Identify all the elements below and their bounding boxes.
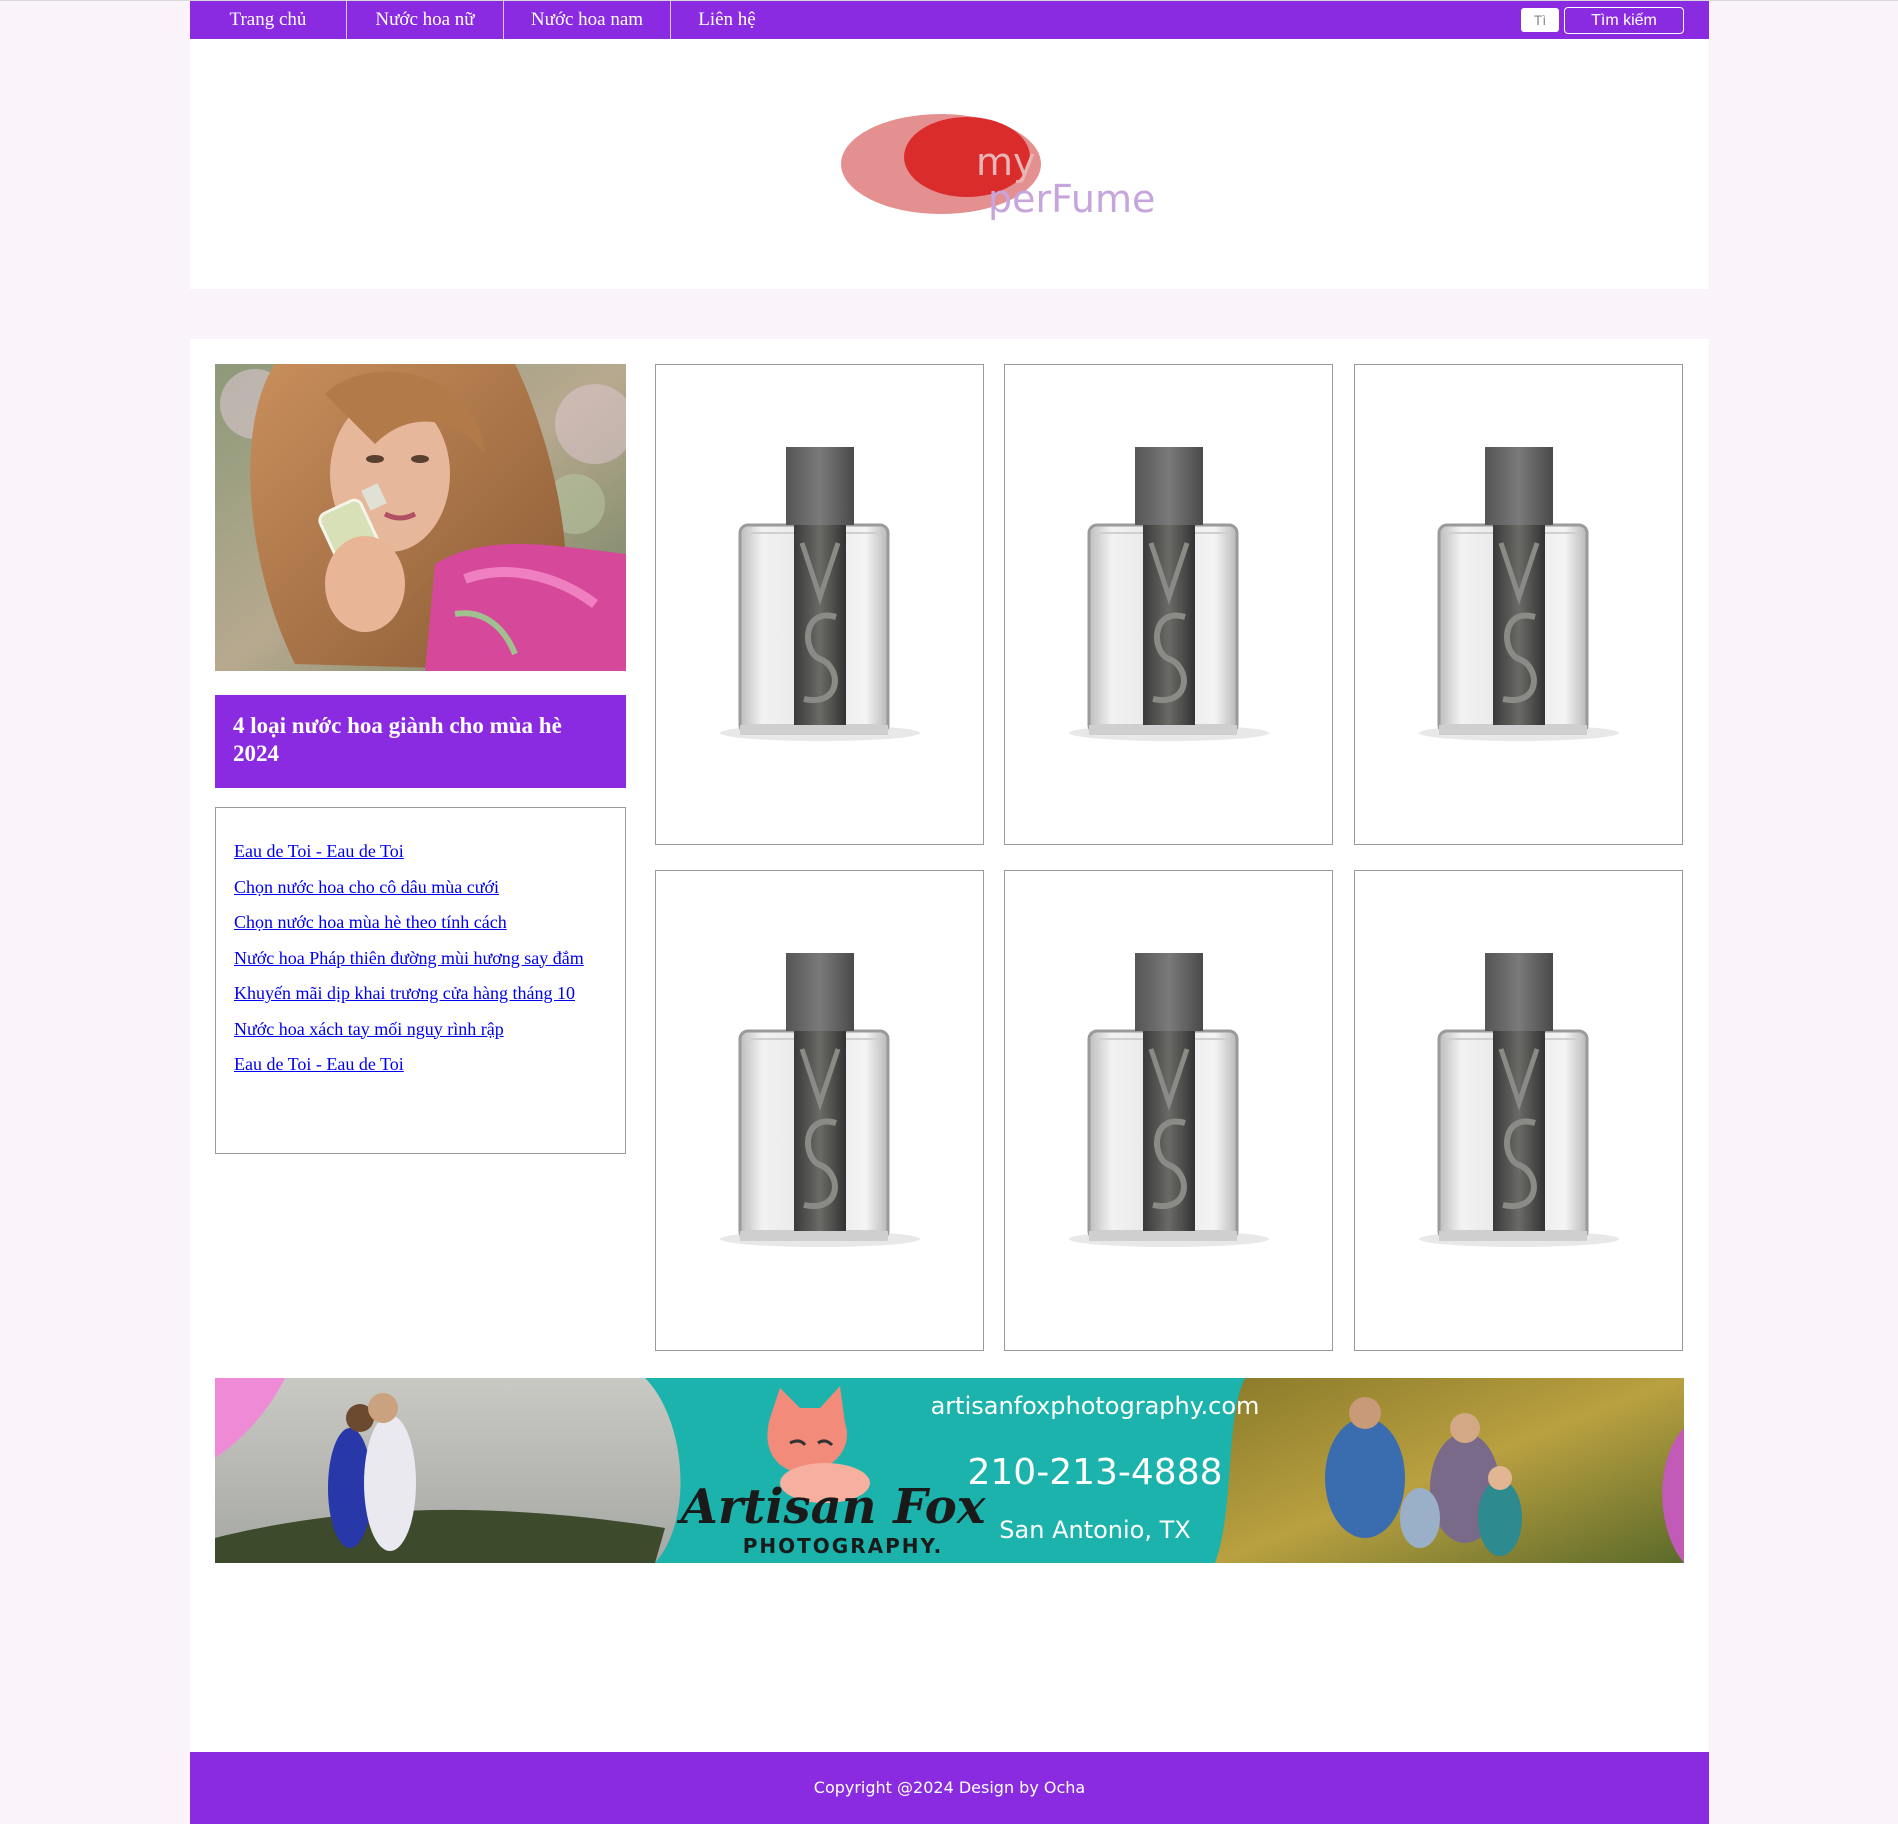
copyright-text: Copyright @2024 Design by Ocha [813,1778,1086,1797]
article-link[interactable]: Nước hoa Pháp thiên đường mùi hương say … [234,947,607,970]
search-input[interactable] [1521,8,1559,32]
article-link[interactable]: Eau de Toi - Eau de Toi [234,1053,607,1076]
logo-text-perfume: perFume [988,177,1155,221]
nav-item-home[interactable]: Trang chủ [190,1,347,39]
perfume-bottle-image [1069,447,1269,741]
main-content: 4 loại nước hoa giành cho mùa hè 2024 Ea… [190,339,1709,1752]
promo-title[interactable]: 4 loại nước hoa giành cho mùa hè 2024 [215,695,626,788]
product-card[interactable] [1004,364,1333,845]
nav-item-mens-perfume[interactable]: Nước hoa nam [504,1,671,39]
myperfume-logo[interactable]: my perFume [841,112,1161,227]
ad-banner[interactable]: Artisan Fox PHOTOGRAPHY. artisanfoxphoto… [215,1378,1684,1563]
top-navigation: Trang chủ Nước hoa nữ Nước hoa nam Liên … [190,1,1709,39]
perfume-bottle-image [1419,953,1619,1247]
nav-item-womens-perfume[interactable]: Nước hoa nữ [347,1,504,39]
product-card[interactable] [655,870,984,1351]
article-link[interactable]: Khuyến mãi dịp khai trương cửa hàng thán… [234,982,607,1005]
perfume-bottle-image [1069,953,1269,1247]
site-footer: Copyright @2024 Design by Ocha [190,1752,1709,1824]
nav-item-contact[interactable]: Liên hệ [671,1,783,39]
product-card[interactable] [1354,364,1683,845]
article-list: Eau de Toi - Eau de Toi Chọn nước hoa ch… [215,807,626,1154]
ad-location-text: San Antonio, TX [999,1516,1190,1544]
perfume-bottle-image [1419,447,1619,741]
article-link[interactable]: Chọn nước hoa mùa hè theo tính cách [234,911,607,934]
product-card[interactable] [655,364,984,845]
ad-brand-sub-text: PHOTOGRAPHY. [743,1534,944,1558]
article-link[interactable]: Eau de Toi - Eau de Toi [234,840,607,863]
ad-phone-text: 210-213-4888 [967,1452,1222,1493]
article-link[interactable]: Chọn nước hoa cho cô dâu mùa cưới [234,876,607,899]
search-button[interactable]: Tìm kiếm [1564,7,1684,34]
perfume-bottle-image [720,953,920,1247]
article-link[interactable]: Nước hoa xách tay mối nguy rình rập [234,1018,607,1041]
product-card[interactable] [1004,870,1333,1351]
product-card[interactable] [1354,870,1683,1351]
site-header: my perFume [190,39,1709,289]
ad-website-text: artisanfoxphotography.com [931,1392,1260,1420]
ad-brand-text: Artisan Fox [677,1479,987,1535]
promo-photo[interactable] [215,364,626,671]
page-container: Trang chủ Nước hoa nữ Nước hoa nam Liên … [190,1,1709,1824]
perfume-bottle-image [720,447,920,741]
